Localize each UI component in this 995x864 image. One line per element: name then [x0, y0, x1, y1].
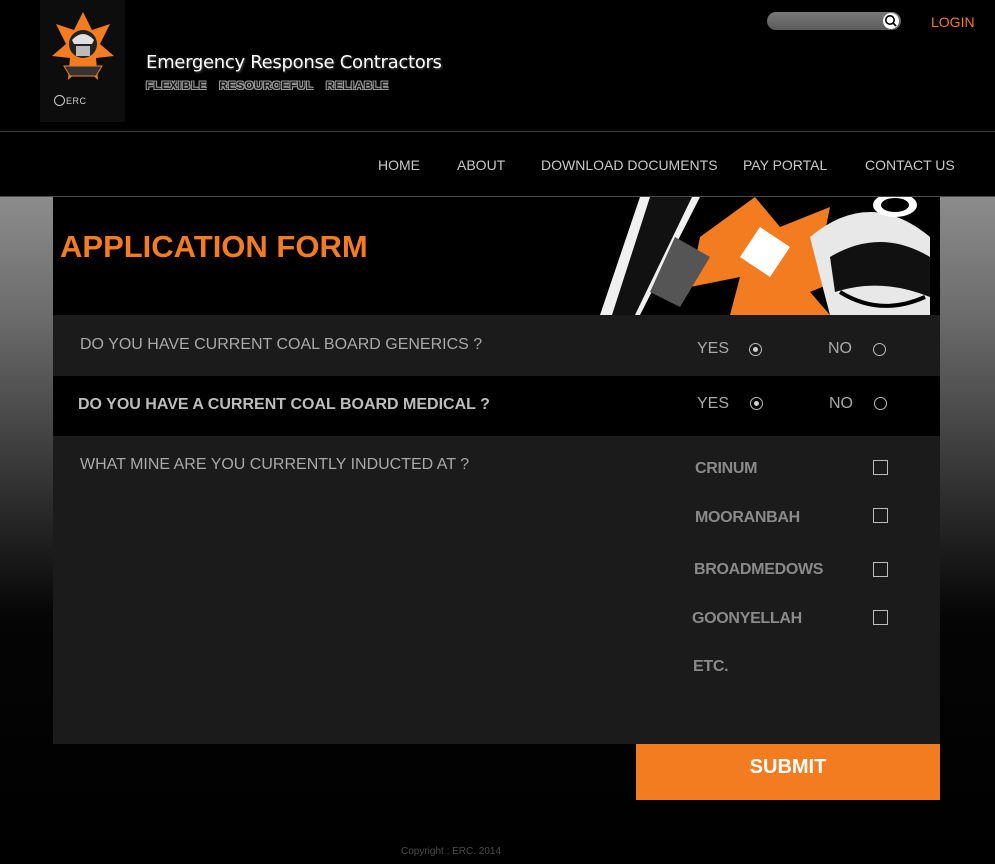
mine-label-goonyellah: GOONYELLAH: [692, 610, 802, 627]
radio-generics-no[interactable]: [873, 343, 886, 356]
option-label-no: NO: [828, 340, 852, 357]
mine-label-crinum: CRINUM: [695, 460, 758, 477]
search-button[interactable]: [883, 13, 899, 29]
logo-label: ERC: [66, 96, 87, 106]
tagline-word: FLEXIBLE: [146, 80, 208, 92]
question-label: WHAT MINE ARE YOU CURRENTLY INDUCTED AT …: [80, 456, 470, 473]
radio-generics-yes[interactable]: [749, 343, 762, 356]
checkbox-mooranbah[interactable]: [873, 508, 888, 523]
tagline-word: RESOURCEFUL: [219, 80, 314, 92]
mine-label-broadmedows: BROADMEDOWS: [694, 561, 824, 578]
nav-item-about[interactable]: ABOUT: [457, 157, 505, 173]
emblem-icon: [52, 12, 114, 80]
nav-item-download-documents[interactable]: DOWNLOAD DOCUMENTS: [541, 157, 718, 173]
logo-text: ERC: [54, 95, 87, 106]
logo[interactable]: ERC: [40, 0, 125, 122]
nav-item-contact-us[interactable]: CONTACT US: [865, 157, 955, 173]
question-label: DO YOU HAVE A CURRENT COAL BOARD MEDICAL…: [78, 396, 490, 413]
main-nav: HOME ABOUT DOWNLOAD DOCUMENTS PAY PORTAL…: [0, 132, 995, 196]
checkbox-goonyellah[interactable]: [873, 610, 888, 625]
site-header: ERC Emergency Response Contractors FLEXI…: [0, 0, 995, 131]
copyright: Copyright : ERC. 2014: [401, 846, 502, 857]
login-link[interactable]: LOGIN: [931, 14, 975, 30]
search-box: [767, 12, 901, 31]
radio-medical-yes[interactable]: [750, 397, 763, 410]
search-icon: [885, 15, 897, 27]
question-label: DO YOU HAVE CURRENT COAL BOARD GENERICS …: [80, 336, 483, 353]
option-label-yes: YES: [697, 340, 730, 357]
question-row: DO YOU HAVE A CURRENT COAL BOARD MEDICAL…: [53, 376, 940, 436]
mine-label-mooranbah: MOORANBAH: [695, 509, 800, 526]
mine-label-etc: ETC.: [693, 658, 729, 675]
banner-illustration: [580, 197, 940, 315]
application-form: APPLICATION FORM DO YOU HAVE CURRENT COA…: [53, 197, 940, 744]
option-label-yes: YES: [697, 395, 730, 412]
tagline-word: RELIABLE: [326, 80, 390, 92]
nav-item-pay-portal[interactable]: PAY PORTAL: [743, 157, 827, 173]
brand-name: Emergency Response Contractors: [146, 52, 442, 73]
option-label-no: NO: [829, 395, 853, 412]
checkbox-broadmedows[interactable]: [873, 562, 888, 577]
brand-tagline: FLEXIBLE RESOURCEFUL RELIABLE: [146, 80, 397, 92]
logo-badge-icon: [54, 95, 65, 106]
page-title: APPLICATION FORM: [60, 229, 368, 264]
mine-question-row: WHAT MINE ARE YOU CURRENTLY INDUCTED AT …: [53, 436, 940, 744]
nav-item-home[interactable]: HOME: [378, 157, 420, 173]
search-input[interactable]: [775, 13, 879, 31]
question-row: DO YOU HAVE CURRENT COAL BOARD GENERICS …: [53, 315, 940, 376]
submit-button[interactable]: SUBMIT: [636, 744, 940, 800]
form-banner: APPLICATION FORM: [53, 197, 940, 315]
checkbox-crinum[interactable]: [873, 460, 888, 475]
radio-medical-no[interactable]: [874, 397, 887, 410]
